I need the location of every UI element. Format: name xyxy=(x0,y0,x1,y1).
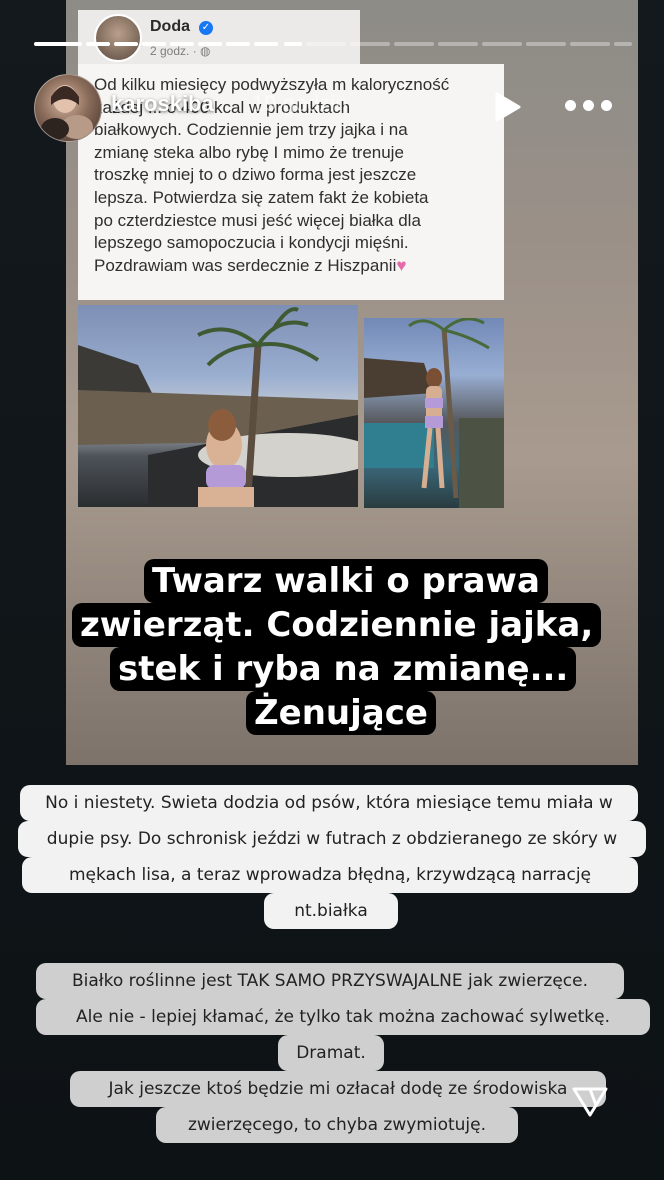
progress-segment xyxy=(86,42,110,46)
heart-emoji: ♥ xyxy=(396,255,407,275)
progress-segment xyxy=(394,42,434,46)
more-icon[interactable] xyxy=(565,100,613,114)
note-line: Ale nie - lepiej kłamać, że tylko tak mo… xyxy=(36,999,650,1035)
post-author-avatar xyxy=(94,14,142,62)
post-photo-1 xyxy=(78,305,358,507)
note-line: No i niestety. Swieta dodzia od psów, kt… xyxy=(20,785,638,821)
note-line: dupie psy. Do schronisk jeździ w futrach… xyxy=(18,821,646,857)
note-line: nt.białka xyxy=(264,893,398,929)
note-line: Dramat. xyxy=(278,1035,384,1071)
progress-segment xyxy=(170,42,194,46)
post-text-line: po czterdziestce musi jeść więcej białka… xyxy=(94,210,421,230)
avatar[interactable] xyxy=(34,74,102,142)
caption-line: Twarz walki o prawa xyxy=(144,559,548,603)
post-photo-2 xyxy=(364,318,504,508)
progress-segment xyxy=(198,42,222,46)
cut-icon xyxy=(572,1087,608,1117)
progress-segment xyxy=(570,42,610,46)
post-text-line: białkowych. Codziennie jem trzy jajka i … xyxy=(94,120,408,140)
progress-segment xyxy=(526,42,566,46)
progress-segment xyxy=(226,42,250,46)
post-text-line: troszkę mniej to o dziwo forma jest jesz… xyxy=(94,165,417,185)
progress-segment xyxy=(482,42,522,46)
verified-icon: ✓ xyxy=(199,21,213,35)
progress-segment xyxy=(350,42,390,46)
note-line: Białko roślinne jest TAK SAMO PRZYSWAJAL… xyxy=(36,963,624,999)
progress-segment xyxy=(614,42,632,46)
progress-segment xyxy=(34,42,82,46)
caption-line: Żenujące xyxy=(246,691,436,735)
note-line: mękach lisa, a teraz wprowadza błędną, k… xyxy=(22,857,638,893)
post-text-line: lepszego samopoczucia i kondycji mięśni. xyxy=(94,233,409,253)
post-text-line: zmianę steka albo rybę I mimo że trenuje xyxy=(94,142,404,162)
caption-line: stek i ryba na zmianę... xyxy=(110,647,577,691)
story-time: 19 godzin xyxy=(252,91,348,116)
post-text-line: Pozdrawiam was serdecznie z Hiszpanii♥ xyxy=(94,255,407,275)
globe-icon: ◍ xyxy=(200,44,211,58)
progress-segment xyxy=(438,42,478,46)
story-progress-bar xyxy=(34,42,632,46)
progress-segment-current xyxy=(284,42,302,46)
progress-segment xyxy=(306,42,346,46)
post-text-line: lepsza. Potwierdza się zatem fakt że kob… xyxy=(94,187,429,207)
caption-line: zwierząt. Codziennie jajka, xyxy=(72,603,602,647)
progress-segment xyxy=(142,42,166,46)
play-icon[interactable] xyxy=(492,91,522,123)
progress-segment xyxy=(114,42,138,46)
progress-segment xyxy=(254,42,278,46)
post-author-name: Doda xyxy=(150,18,190,35)
post-time: 2 godz. · ◍ xyxy=(150,44,211,58)
note-line: Jak jeszcze ktoś będzie mi ozłacał dodę … xyxy=(70,1071,606,1107)
note-line: zwierzęcego, to chyba zwymiotuję. xyxy=(156,1107,518,1143)
story-username[interactable]: karoskiba xyxy=(111,91,214,117)
